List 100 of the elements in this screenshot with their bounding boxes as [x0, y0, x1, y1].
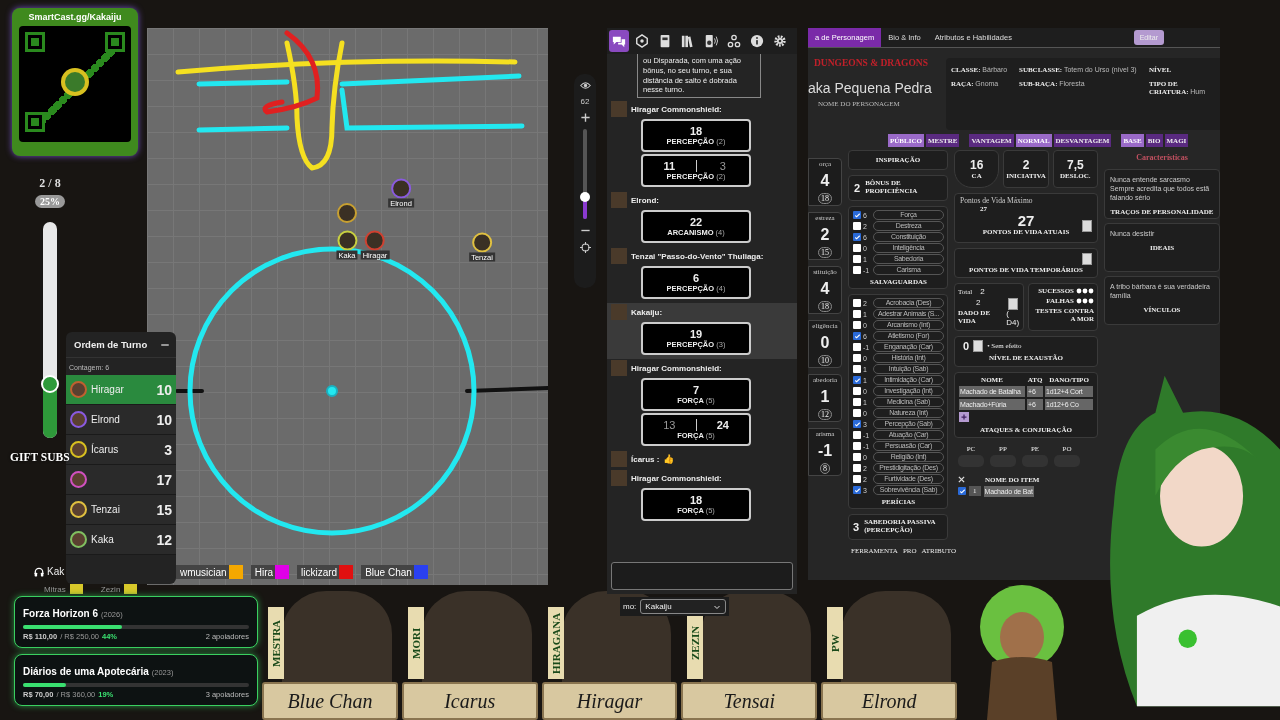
die-result: 24 [695, 419, 749, 431]
turn-order-row[interactable]: 17 [66, 465, 176, 495]
ability-score: 12 [818, 409, 832, 420]
turn-order-row[interactable]: Hiragar 10 [66, 375, 176, 405]
avatar-placeholder [611, 360, 627, 376]
crosshair-icon[interactable] [579, 242, 591, 253]
checkbox[interactable] [853, 211, 861, 219]
die-result: 11 [662, 160, 677, 172]
sender-name: Hiragar Commonshield: [631, 104, 722, 114]
checkmark-icon [853, 420, 861, 428]
number-spinner[interactable] [973, 340, 984, 352]
character-name-scroll: Hiragar [541, 682, 678, 720]
circles-icon [1076, 288, 1094, 294]
eye-icon[interactable] [579, 80, 591, 91]
checkbox[interactable] [853, 475, 861, 483]
settings-icon [773, 34, 787, 48]
stat-value: 16 [970, 158, 984, 172]
character-name-scroll: Tensai [681, 682, 818, 720]
goal-title: Diários de uma Apotecária [23, 666, 149, 677]
checkbox[interactable] [853, 343, 861, 351]
sender-name: Hiragar Commonshield: [631, 473, 722, 483]
player-name-tag: MESTRA [268, 607, 284, 679]
checkmark-icon [853, 211, 861, 219]
die-result: 13 [662, 419, 677, 431]
character-token[interactable] [337, 230, 357, 251]
character-token[interactable] [337, 203, 357, 223]
checkbox[interactable] [853, 409, 861, 417]
initiative-value: 3 [164, 441, 172, 458]
turn-order-row[interactable]: Kaka 12 [66, 525, 176, 555]
circles-icon [1076, 298, 1094, 304]
checkmark-icon [853, 376, 861, 384]
panel-title: Ordem de Turno [74, 339, 148, 350]
sender-name: Ícarus : [631, 454, 660, 464]
speaker-dropdown[interactable]: Kakaiju [640, 599, 727, 614]
initiative-value: 12 [156, 531, 172, 548]
checkbox[interactable] [853, 431, 861, 439]
speaker-label: mo: [623, 602, 637, 611]
sender-name: Hiragar Commonshield: [631, 363, 722, 373]
plus-icon [960, 412, 968, 421]
initiative-value: 10 [156, 411, 172, 428]
wall-line [175, 389, 204, 393]
qr-code-icon [25, 32, 125, 132]
checkbox[interactable] [853, 486, 861, 494]
zoom-level: 62 [580, 97, 590, 106]
sender-name: Tenzai "Passo-do-Vento" Thuliaga: [631, 251, 764, 261]
chat-input-field[interactable] [611, 562, 793, 590]
checkbox[interactable] [853, 398, 861, 406]
checkmark-icon [853, 233, 861, 241]
checkbox[interactable] [853, 365, 861, 373]
checkbox[interactable] [853, 332, 861, 340]
avatar-placeholder [611, 304, 627, 320]
checkbox[interactable] [853, 464, 861, 472]
gift-sub-count: 2 / 8 [39, 176, 61, 191]
checkbox[interactable] [853, 453, 861, 461]
turn-order-row[interactable]: Elrond 10 [66, 405, 176, 435]
checkbox[interactable] [853, 354, 861, 362]
chat-message: 👍 [663, 454, 675, 464]
character-token[interactable] [472, 232, 492, 253]
checkbox[interactable] [853, 442, 861, 450]
avatar-placeholder [611, 470, 627, 486]
viewer-tag: lickizard [297, 565, 354, 579]
avatar-placeholder [611, 451, 627, 467]
add-button[interactable] [959, 411, 969, 422]
zoom-slider[interactable] [583, 129, 587, 219]
ability-score: 18 [818, 193, 832, 204]
checkbox[interactable] [853, 255, 861, 263]
checkbox[interactable] [853, 266, 861, 274]
stat-value: 2 [1022, 158, 1030, 172]
goal-title: Forza Horizon 6 [23, 608, 98, 619]
ability-modifier: -1 [817, 442, 833, 459]
dice-icon [635, 34, 649, 48]
checkbox[interactable] [853, 299, 861, 307]
checkbox[interactable] [853, 376, 861, 384]
player-name-tag: HIRAGANA [547, 607, 564, 679]
checkmark-icon [853, 486, 861, 494]
checkbox[interactable] [853, 222, 861, 230]
panel-tab[interactable] [609, 30, 629, 52]
checkbox[interactable] [853, 310, 861, 318]
section-title: Características [1135, 152, 1189, 164]
speech-bubbles-icon [612, 34, 626, 48]
roll-total: 7 [692, 384, 700, 396]
hit-die-type: ( D4) [1006, 309, 1020, 327]
initiative-value: 15 [156, 501, 172, 518]
turn-order-row[interactable]: Tenzai 15 [66, 495, 176, 525]
checkbox[interactable] [853, 387, 861, 395]
checkbox[interactable] [853, 233, 861, 241]
character-name-scroll: Blue Chan [262, 682, 398, 720]
ability-score: 8 [820, 463, 830, 474]
checkbox[interactable] [958, 487, 966, 496]
character-name-scroll: Elrond [821, 682, 957, 720]
die-result: 3 [695, 160, 749, 172]
initiative-value: 17 [156, 471, 172, 488]
zoom-in-icon[interactable] [579, 112, 591, 123]
checkbox[interactable] [853, 244, 861, 252]
avatar-placeholder [611, 101, 627, 117]
checkbox[interactable] [853, 420, 861, 428]
checkbox[interactable] [853, 321, 861, 329]
percent-pill: 25% [35, 195, 65, 208]
ability-modifier: 2 [820, 226, 830, 243]
viewer-name: Mitras [44, 584, 66, 594]
